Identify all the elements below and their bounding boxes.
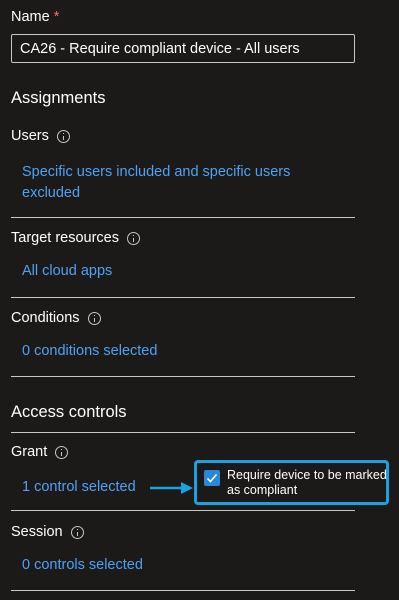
target-resources-label: Target resources (11, 230, 119, 246)
name-label-text: Name (11, 9, 50, 25)
divider (11, 297, 355, 298)
divider (11, 376, 355, 377)
name-input[interactable]: CA26 - Require compliant device - All us… (11, 34, 355, 63)
users-label-row: Users (11, 128, 70, 144)
require-compliant-checkbox[interactable] (204, 470, 220, 486)
info-icon[interactable] (127, 231, 140, 245)
name-label: Name * (11, 9, 59, 25)
assignments-heading: Assignments (11, 89, 106, 107)
divider (11, 590, 355, 591)
conditions-link[interactable]: 0 conditions selected (22, 343, 157, 359)
info-icon[interactable] (87, 311, 101, 325)
target-resources-label-row: Target resources (11, 230, 140, 246)
divider (11, 432, 355, 433)
callout-text: Require device to be marked as compliant (227, 468, 387, 497)
target-resources-link[interactable]: All cloud apps (22, 263, 112, 279)
grant-control-callout: Require device to be marked as compliant (194, 460, 389, 505)
checkmark-icon (206, 473, 218, 483)
grant-label-row: Grant (11, 444, 69, 460)
session-link[interactable]: 0 controls selected (22, 557, 143, 573)
required-asterisk: * (53, 9, 60, 25)
info-icon[interactable] (56, 129, 70, 143)
divider (11, 510, 355, 511)
session-label-row: Session (11, 524, 84, 540)
name-input-value: CA26 - Require compliant device - All us… (20, 40, 300, 57)
conditions-label: Conditions (11, 310, 80, 326)
users-link[interactable]: Specific users included and specific use… (22, 162, 342, 204)
grant-label: Grant (11, 444, 48, 460)
info-icon[interactable] (55, 445, 69, 459)
divider (11, 217, 355, 218)
arrow-right-icon (150, 482, 193, 494)
grant-link[interactable]: 1 control selected (22, 479, 136, 495)
session-label: Session (11, 524, 63, 540)
users-label: Users (11, 128, 49, 144)
info-icon[interactable] (70, 525, 84, 539)
access-controls-heading: Access controls (11, 403, 127, 421)
conditions-label-row: Conditions (11, 310, 101, 326)
